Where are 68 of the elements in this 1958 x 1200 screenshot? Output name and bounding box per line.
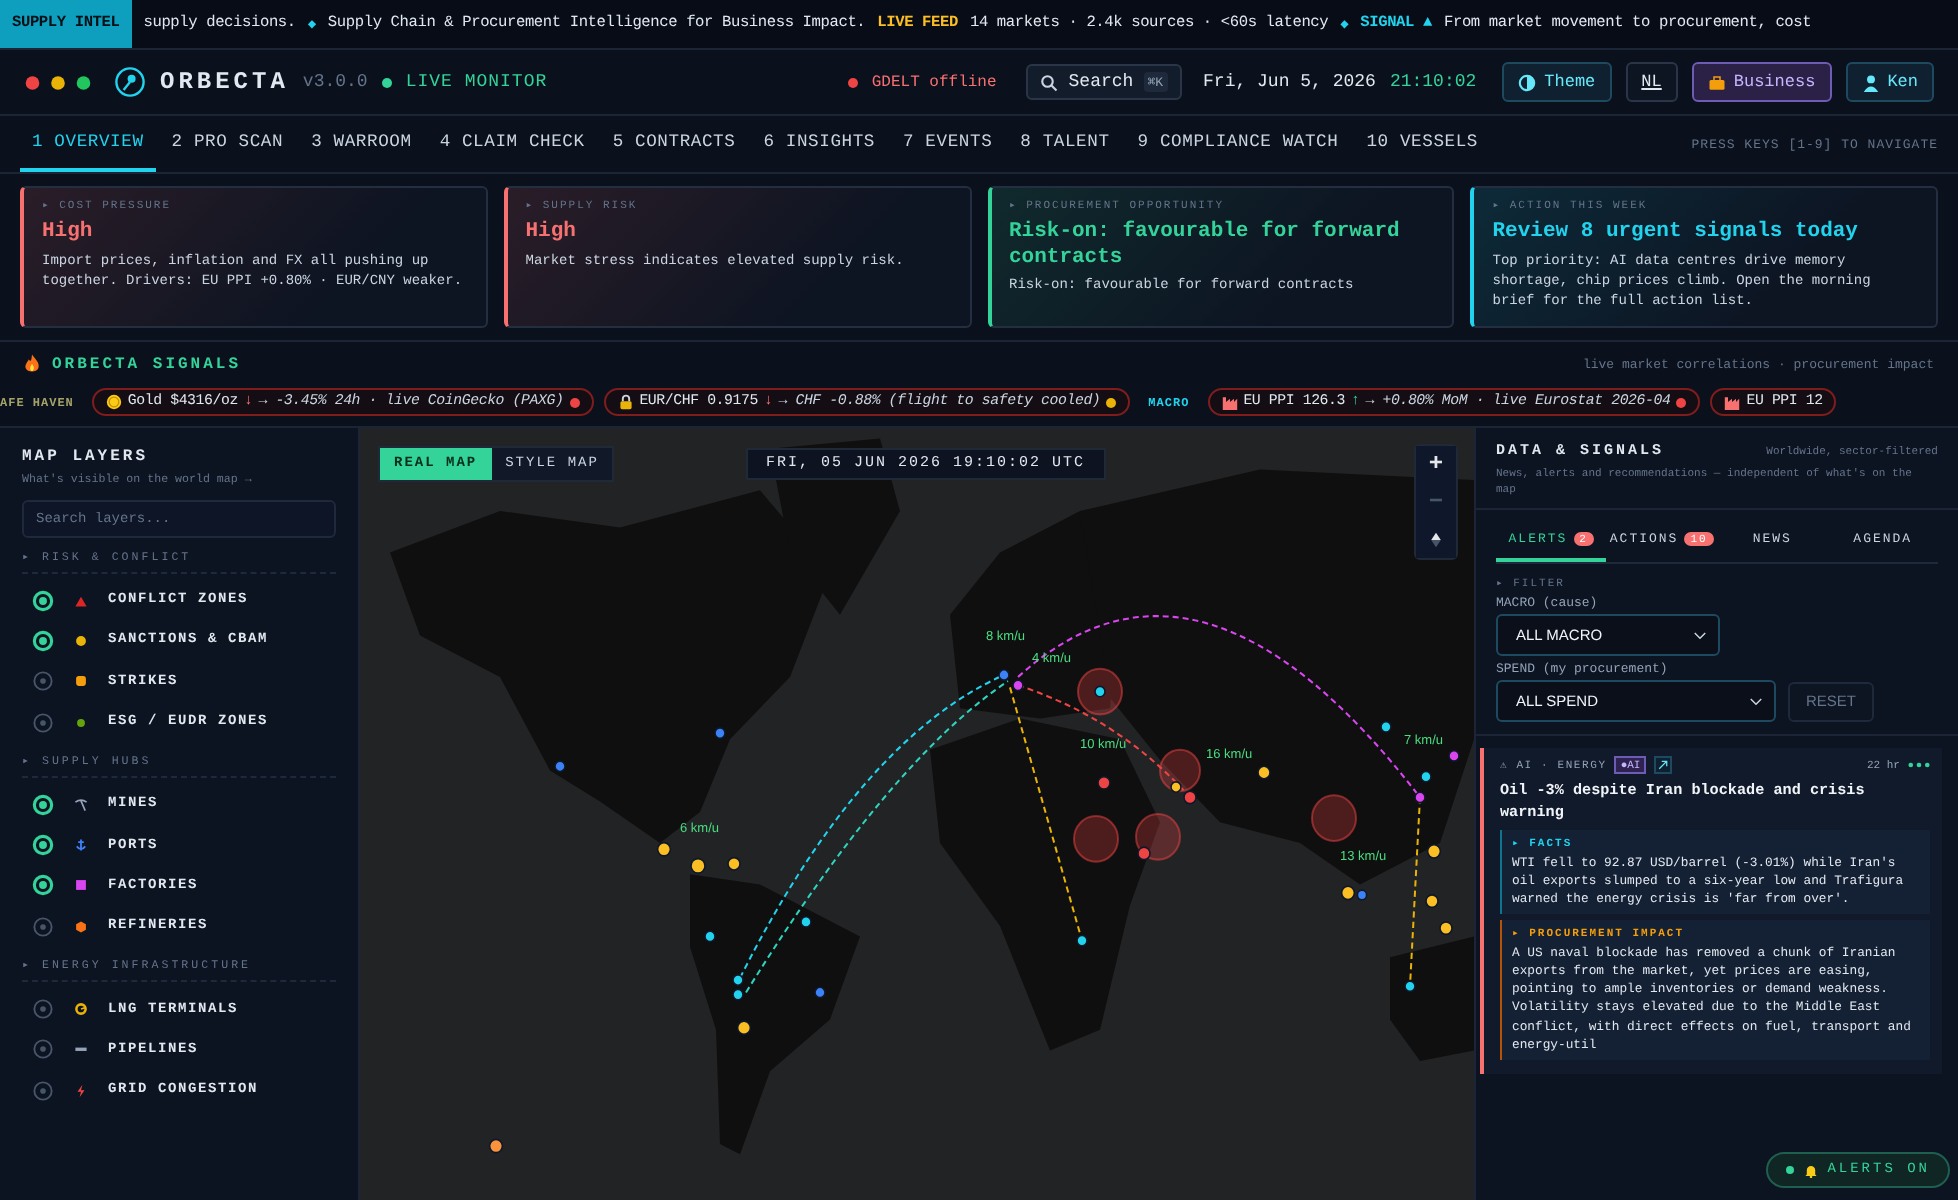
layer-toggle[interactable] — [32, 915, 54, 938]
caret-icon — [1750, 697, 1762, 706]
window-dots-icon — [24, 73, 92, 91]
nav-tab[interactable]: 4 CLAIM CHECK — [427, 116, 597, 172]
theme-button[interactable]: Theme — [1502, 62, 1612, 102]
user-icon — [1861, 73, 1880, 91]
layer-toggle[interactable] — [32, 589, 54, 612]
compass-icon — [1430, 532, 1442, 548]
version-text: v3.0.0 — [302, 72, 368, 92]
layer-toggle[interactable] — [32, 998, 54, 1021]
brand-name: ORBECTA — [160, 68, 289, 96]
nav-tab[interactable]: 5 CONTRACTS — [600, 116, 748, 172]
factory-icon — [1221, 394, 1238, 410]
date-text: Fri, Jun 5, 2026 — [1203, 72, 1376, 92]
external-link-icon — [1658, 760, 1669, 771]
card-title: Risk-on: favourable for forward contracts — [1009, 220, 1402, 271]
bell-icon — [1803, 1163, 1818, 1177]
search-icon — [1040, 73, 1059, 91]
fire-icon — [24, 354, 40, 374]
business-mode-button[interactable]: Business — [1691, 62, 1832, 102]
card-title: Review 8 urgent signals today — [1492, 220, 1860, 246]
nav-tab[interactable]: 9 COMPLIANCE WATCH — [1125, 116, 1351, 172]
status-dot-icon — [1785, 1166, 1794, 1174]
language-button[interactable]: NL — [1625, 62, 1678, 102]
card-title: High — [42, 220, 95, 246]
lightning-icon — [74, 1083, 88, 1098]
lock-icon — [617, 394, 634, 410]
coin-icon — [105, 394, 122, 410]
square-icon — [74, 878, 88, 893]
pipeline-icon — [74, 1042, 88, 1057]
layer-toggle[interactable] — [32, 670, 54, 693]
contrast-icon — [1518, 73, 1537, 91]
gdelt-status: GDELT offline — [871, 73, 997, 91]
layer-toggle[interactable] — [32, 834, 54, 857]
briefcase-icon — [1707, 73, 1726, 91]
logo-icon — [114, 66, 146, 98]
open-link-button[interactable] — [1654, 756, 1673, 775]
panel-title: MAP LAYERS — [22, 448, 151, 466]
layer-toggle[interactable] — [32, 874, 54, 897]
layer-toggle[interactable] — [32, 1038, 54, 1061]
user-menu-button[interactable]: Ken — [1845, 62, 1934, 102]
nav-tab[interactable]: 3 WARROOM — [299, 116, 424, 172]
gauge-icon — [74, 1002, 88, 1017]
nav-tab[interactable]: 2 PRO SCAN — [159, 116, 296, 172]
nav-tab[interactable]: 8 TALENT — [1008, 116, 1122, 172]
layer-toggle[interactable] — [32, 1079, 54, 1102]
nav-tab[interactable]: 10 VESSELS — [1354, 116, 1491, 172]
coin-icon — [74, 633, 88, 648]
triangle-icon — [74, 593, 88, 608]
dot-icon — [74, 715, 88, 730]
caret-icon — [1694, 631, 1706, 640]
status-dot-icon — [381, 77, 392, 87]
time-text: 21:10:02 — [1389, 72, 1477, 92]
status-dot-icon — [847, 77, 858, 87]
live-status: LIVE MONITOR — [405, 72, 548, 92]
layer-toggle[interactable] — [32, 629, 54, 652]
anchor-icon — [74, 838, 88, 853]
nav-tab[interactable]: 7 EVENTS — [891, 116, 1005, 172]
nav-tab[interactable]: 6 INSIGHTS — [751, 116, 888, 172]
layer-toggle[interactable] — [32, 711, 54, 734]
layer-toggle[interactable] — [32, 793, 54, 816]
pickaxe-icon — [74, 797, 88, 812]
nav-tab[interactable]: 1 OVERVIEW — [20, 116, 156, 172]
severity-dots-icon — [1908, 762, 1930, 769]
hexagon-icon — [74, 919, 88, 934]
card-title: High — [525, 220, 578, 246]
factory-icon — [1724, 394, 1741, 410]
section-title: ORBECTA SIGNALS — [52, 355, 242, 373]
